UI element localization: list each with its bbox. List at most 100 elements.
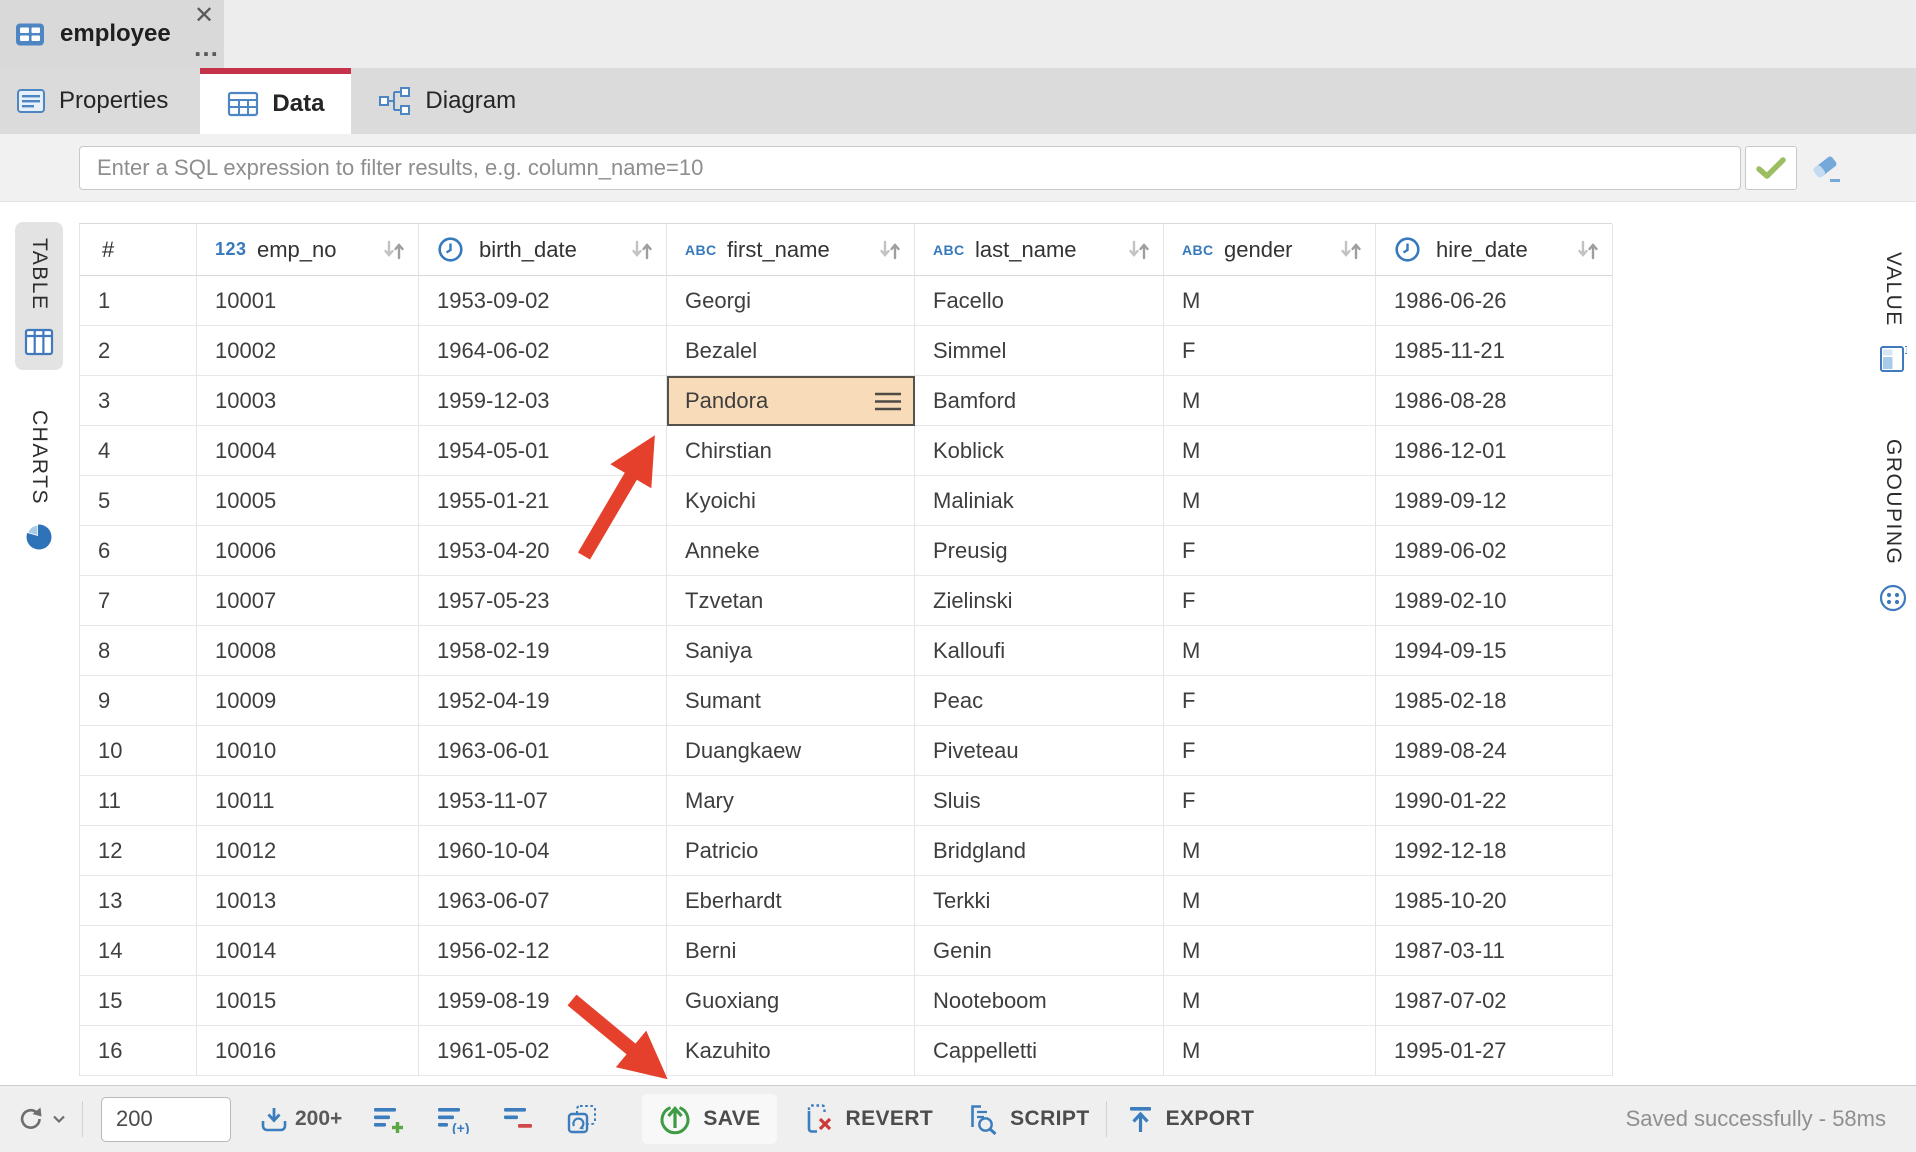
- close-icon[interactable]: ✕: [194, 4, 214, 28]
- cell-birth_date[interactable]: 1954-05-01: [419, 426, 667, 476]
- cell-first_name[interactable]: Saniya: [667, 626, 915, 676]
- cell-first_name[interactable]: Guoxiang: [667, 976, 915, 1026]
- cell-last_name[interactable]: Sluis: [915, 776, 1164, 826]
- tab-overflow-icon[interactable]: …: [193, 34, 220, 60]
- cell-emp_no[interactable]: 10003: [197, 376, 419, 426]
- cell-gender[interactable]: M: [1164, 426, 1376, 476]
- cell-hire_date[interactable]: 1989-02-10: [1376, 576, 1613, 626]
- cell-gender[interactable]: F: [1164, 776, 1376, 826]
- cell-hire_date[interactable]: 1985-11-21: [1376, 326, 1613, 376]
- row-number[interactable]: 8: [80, 626, 197, 676]
- cell-hire_date[interactable]: 1987-07-02: [1376, 976, 1613, 1026]
- column-header-rownum[interactable]: #: [80, 224, 197, 276]
- panel-tab-charts[interactable]: CHARTS: [16, 394, 62, 565]
- row-number[interactable]: 4: [80, 426, 197, 476]
- cell-first_name[interactable]: Georgi: [667, 276, 915, 326]
- cell-gender[interactable]: F: [1164, 726, 1376, 776]
- cell-emp_no[interactable]: 10011: [197, 776, 419, 826]
- sort-icon[interactable]: [878, 238, 902, 262]
- cell-last_name[interactable]: Peac: [915, 676, 1164, 726]
- cell-emp_no[interactable]: 10014: [197, 926, 419, 976]
- cell-gender[interactable]: M: [1164, 876, 1376, 926]
- cell-last_name[interactable]: Maliniak: [915, 476, 1164, 526]
- save-button[interactable]: SAVE: [642, 1094, 776, 1144]
- cell-birth_date[interactable]: 1964-06-02: [419, 326, 667, 376]
- cell-gender[interactable]: F: [1164, 676, 1376, 726]
- row-number[interactable]: 11: [80, 776, 197, 826]
- export-button[interactable]: EXPORT: [1127, 1104, 1255, 1134]
- cell-gender[interactable]: M: [1164, 926, 1376, 976]
- refresh-row-button[interactable]: [566, 1104, 598, 1134]
- script-button[interactable]: SCRIPT: [967, 1103, 1089, 1135]
- cell-gender[interactable]: M: [1164, 1026, 1376, 1076]
- cell-birth_date[interactable]: 1961-05-02: [419, 1026, 667, 1076]
- row-number[interactable]: 13: [80, 876, 197, 926]
- cell-hire_date[interactable]: 1990-01-22: [1376, 776, 1613, 826]
- column-header-last_name[interactable]: ABClast_name: [915, 224, 1164, 276]
- cell-last_name[interactable]: Preusig: [915, 526, 1164, 576]
- cell-emp_no[interactable]: 10010: [197, 726, 419, 776]
- row-number[interactable]: 6: [80, 526, 197, 576]
- cell-hire_date[interactable]: 1994-09-15: [1376, 626, 1613, 676]
- cell-menu-icon[interactable]: [873, 390, 903, 413]
- cell-hire_date[interactable]: 1992-12-18: [1376, 826, 1613, 876]
- cell-first_name[interactable]: Mary: [667, 776, 915, 826]
- cell-gender[interactable]: M: [1164, 976, 1376, 1026]
- cell-last_name[interactable]: Kalloufi: [915, 626, 1164, 676]
- cell-hire_date[interactable]: 1985-10-20: [1376, 876, 1613, 926]
- cell-hire_date[interactable]: 1989-08-24: [1376, 726, 1613, 776]
- cell-first_name[interactable]: Kazuhito: [667, 1026, 915, 1076]
- cell-last_name[interactable]: Bamford: [915, 376, 1164, 426]
- cell-gender[interactable]: M: [1164, 276, 1376, 326]
- fetch-size-input[interactable]: [101, 1097, 231, 1142]
- cell-gender[interactable]: F: [1164, 526, 1376, 576]
- cell-first_name[interactable]: Berni: [667, 926, 915, 976]
- cell-birth_date[interactable]: 1958-02-19: [419, 626, 667, 676]
- row-number[interactable]: 16: [80, 1026, 197, 1076]
- sort-icon[interactable]: [382, 238, 406, 262]
- cell-gender[interactable]: M: [1164, 626, 1376, 676]
- cell-birth_date[interactable]: 1953-11-07: [419, 776, 667, 826]
- row-number[interactable]: 2: [80, 326, 197, 376]
- duplicate-row-button[interactable]: (+): [436, 1104, 472, 1134]
- cell-first_name[interactable]: Anneke: [667, 526, 915, 576]
- cell-emp_no[interactable]: 10009: [197, 676, 419, 726]
- cell-gender[interactable]: F: [1164, 576, 1376, 626]
- sql-filter-input[interactable]: [79, 146, 1741, 190]
- row-number[interactable]: 1: [80, 276, 197, 326]
- cell-emp_no[interactable]: 10006: [197, 526, 419, 576]
- cell-emp_no[interactable]: 10012: [197, 826, 419, 876]
- tab-diagram[interactable]: Diagram: [351, 68, 543, 134]
- cell-hire_date[interactable]: 1989-09-12: [1376, 476, 1613, 526]
- cell-first_name[interactable]: Sumant: [667, 676, 915, 726]
- cell-last_name[interactable]: Terkki: [915, 876, 1164, 926]
- cell-last_name[interactable]: Genin: [915, 926, 1164, 976]
- cell-last_name[interactable]: Zielinski: [915, 576, 1164, 626]
- cell-birth_date[interactable]: 1955-01-21: [419, 476, 667, 526]
- cell-last_name[interactable]: Bridgland: [915, 826, 1164, 876]
- row-number[interactable]: 7: [80, 576, 197, 626]
- cell-emp_no[interactable]: 10004: [197, 426, 419, 476]
- clear-filter-button[interactable]: [1806, 150, 1846, 188]
- row-number[interactable]: 12: [80, 826, 197, 876]
- cell-hire_date[interactable]: 1989-06-02: [1376, 526, 1613, 576]
- row-number[interactable]: 10: [80, 726, 197, 776]
- cell-first_name[interactable]: Duangkaew: [667, 726, 915, 776]
- sort-icon[interactable]: [1339, 238, 1363, 262]
- sort-icon[interactable]: [1127, 238, 1151, 262]
- cell-hire_date[interactable]: 1986-08-28: [1376, 376, 1613, 426]
- cell-first_name[interactable]: Bezalel: [667, 326, 915, 376]
- cell-birth_date[interactable]: 1959-08-19: [419, 976, 667, 1026]
- cell-hire_date[interactable]: 1985-02-18: [1376, 676, 1613, 726]
- cell-last_name[interactable]: Nooteboom: [915, 976, 1164, 1026]
- column-header-first_name[interactable]: ABCfirst_name: [667, 224, 915, 276]
- row-number[interactable]: 3: [80, 376, 197, 426]
- revert-button[interactable]: REVERT: [803, 1103, 934, 1135]
- cell-first_name[interactable]: Chirstian: [667, 426, 915, 476]
- edited-cell-first_name[interactable]: Pandora: [667, 376, 915, 426]
- cell-birth_date[interactable]: 1956-02-12: [419, 926, 667, 976]
- cell-last_name[interactable]: Koblick: [915, 426, 1164, 476]
- cell-last_name[interactable]: Simmel: [915, 326, 1164, 376]
- delete-row-button[interactable]: [502, 1104, 536, 1134]
- cell-gender[interactable]: F: [1164, 326, 1376, 376]
